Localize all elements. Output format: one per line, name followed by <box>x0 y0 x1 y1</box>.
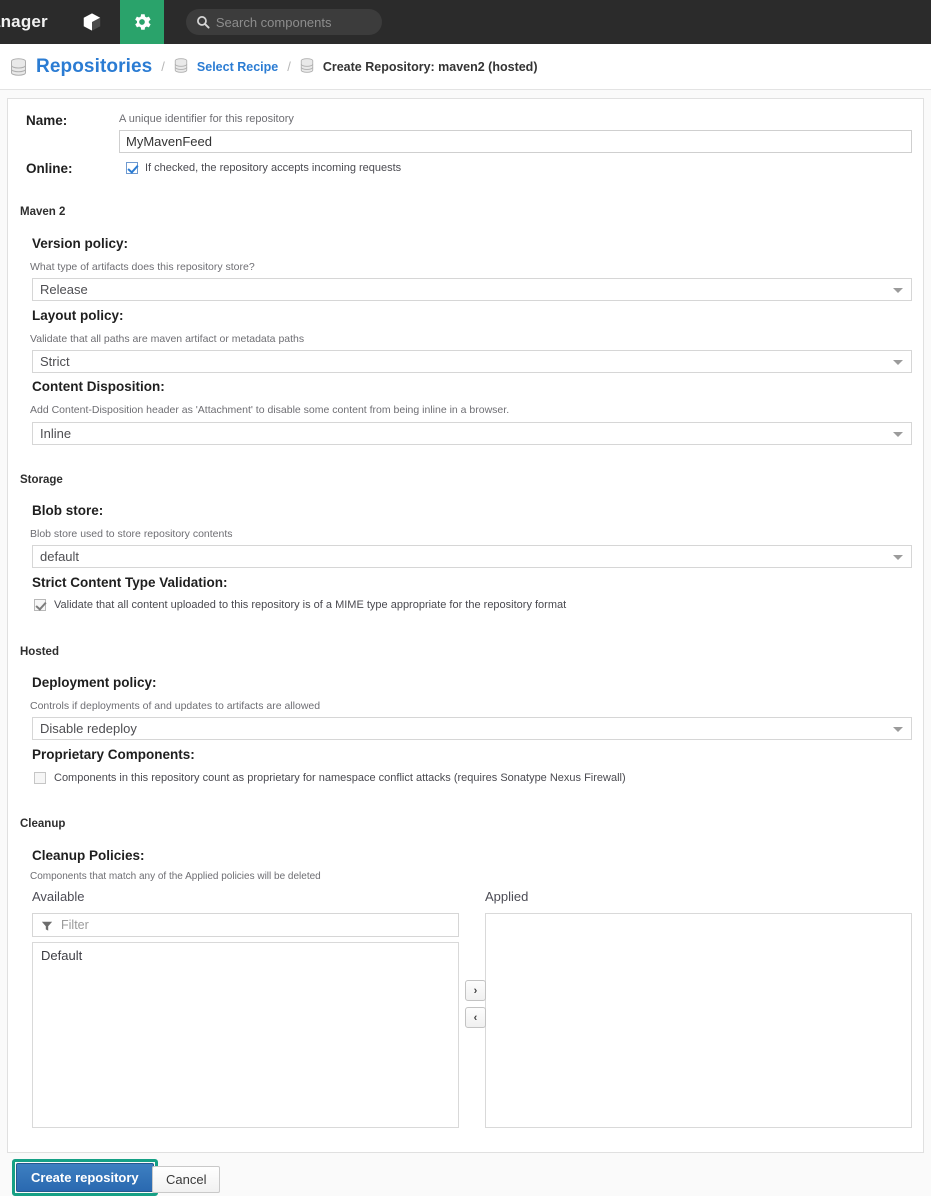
version-policy-select[interactable]: Release <box>32 278 912 301</box>
cleanup-filter-placeholder: Filter <box>61 918 89 932</box>
breadcrumb: Repositories / Select Recipe / Create Re… <box>0 44 931 90</box>
blob-store-helper: Blob store used to store repository cont… <box>30 528 233 540</box>
database-icon-2 <box>174 57 191 76</box>
applied-column-header: Applied <box>485 889 529 904</box>
proprietary-components-checkbox[interactable] <box>34 772 46 784</box>
top-navigation-bar: lanager Search compon <box>0 0 931 44</box>
version-policy-label: Version policy: <box>32 236 129 251</box>
blob-store-label: Blob store: <box>32 503 104 518</box>
app-brand-title: lanager <box>0 12 48 31</box>
deployment-policy-value: Disable redeploy <box>40 721 137 736</box>
strict-content-label: Strict Content Type Validation: <box>32 575 228 590</box>
content-disposition-helper: Add Content-Disposition header as 'Attac… <box>30 404 510 416</box>
blob-store-value: default <box>40 549 80 564</box>
chevron-down-icon <box>893 359 903 365</box>
available-column-header: Available <box>32 889 85 904</box>
breadcrumb-separator-1: / <box>161 59 165 74</box>
content-disposition-select[interactable]: Inline <box>32 422 912 445</box>
nexus-repository-manager-page: lanager Search compon <box>0 0 931 1196</box>
online-checkbox-label: If checked, the repository accepts incom… <box>145 162 402 174</box>
name-field-label: Name: <box>26 113 68 128</box>
proprietary-components-checkbox-row[interactable]: Components in this repository count as p… <box>34 772 626 784</box>
cleanup-filter-input[interactable]: Filter <box>32 913 459 937</box>
gear-icon[interactable] <box>119 0 164 44</box>
breadcrumb-separator-2: / <box>287 59 291 74</box>
section-header-hosted: Hosted <box>20 646 59 658</box>
database-icon <box>10 57 27 76</box>
search-icon <box>196 15 210 29</box>
applied-policies-list[interactable] <box>485 913 912 1128</box>
chevron-down-icon <box>893 431 903 437</box>
online-field-label: Online: <box>26 161 73 176</box>
strict-content-checkbox[interactable] <box>34 599 46 611</box>
content-disposition-label: Content Disposition: <box>32 379 165 394</box>
layout-policy-value: Strict <box>40 354 70 369</box>
strict-content-checkbox-row[interactable]: Validate that all content uploaded to th… <box>34 599 566 611</box>
layout-policy-helper: Validate that all paths are maven artifa… <box>30 333 305 345</box>
cleanup-policies-helper: Components that match any of the Applied… <box>30 871 321 882</box>
version-policy-helper: What type of artifacts does this reposit… <box>30 261 255 273</box>
proprietary-components-checkbox-label: Components in this repository count as p… <box>54 772 626 784</box>
section-header-storage: Storage <box>20 474 63 486</box>
layout-policy-label: Layout policy: <box>32 308 124 323</box>
deployment-policy-label: Deployment policy: <box>32 675 157 690</box>
online-checkbox-row[interactable]: If checked, the repository accepts incom… <box>126 162 401 174</box>
chevron-down-icon <box>893 554 903 560</box>
database-icon-3 <box>300 57 317 76</box>
section-header-cleanup: Cleanup <box>20 818 66 830</box>
cleanup-policies-label: Cleanup Policies: <box>32 848 145 863</box>
search-placeholder-text: Search components <box>215 14 332 30</box>
search-components-input[interactable]: Search components <box>185 9 382 35</box>
blob-store-select[interactable]: default <box>32 545 912 568</box>
create-repository-highlight: Create repository <box>12 1159 158 1196</box>
content-disposition-value: Inline <box>40 426 72 441</box>
breadcrumb-select-recipe-link[interactable]: Select Recipe <box>197 60 278 74</box>
layout-policy-select[interactable]: Strict <box>32 350 912 373</box>
proprietary-components-label: Proprietary Components: <box>32 747 195 762</box>
deployment-policy-helper: Controls if deployments of and updates t… <box>30 700 321 712</box>
available-policies-list[interactable]: Default <box>32 942 459 1128</box>
cube-icon[interactable] <box>70 0 114 44</box>
move-right-button[interactable]: › <box>465 980 486 1001</box>
section-header-maven2: Maven 2 <box>20 206 66 218</box>
deployment-policy-select[interactable]: Disable redeploy <box>32 717 912 740</box>
breadcrumb-root-link[interactable]: Repositories <box>36 56 152 78</box>
create-repository-form: Name: A unique identifier for this repos… <box>7 98 924 1153</box>
move-left-button[interactable]: ‹ <box>465 1007 486 1028</box>
list-item[interactable]: Default <box>33 943 458 963</box>
strict-content-checkbox-label: Validate that all content uploaded to th… <box>54 599 567 611</box>
name-field-helper: A unique identifier for this repository <box>119 113 294 125</box>
chevron-down-icon <box>893 287 903 293</box>
chevron-down-icon <box>893 726 903 732</box>
form-action-bar: Create repository Cancel <box>0 1153 931 1196</box>
filter-icon <box>41 919 53 931</box>
version-policy-value: Release <box>40 282 88 297</box>
cancel-button[interactable]: Cancel <box>152 1166 221 1193</box>
breadcrumb-current-page: Create Repository: maven2 (hosted) <box>322 59 538 74</box>
online-checkbox[interactable] <box>126 162 138 174</box>
create-repository-button[interactable]: Create repository <box>16 1163 154 1192</box>
name-input[interactable] <box>119 130 912 153</box>
